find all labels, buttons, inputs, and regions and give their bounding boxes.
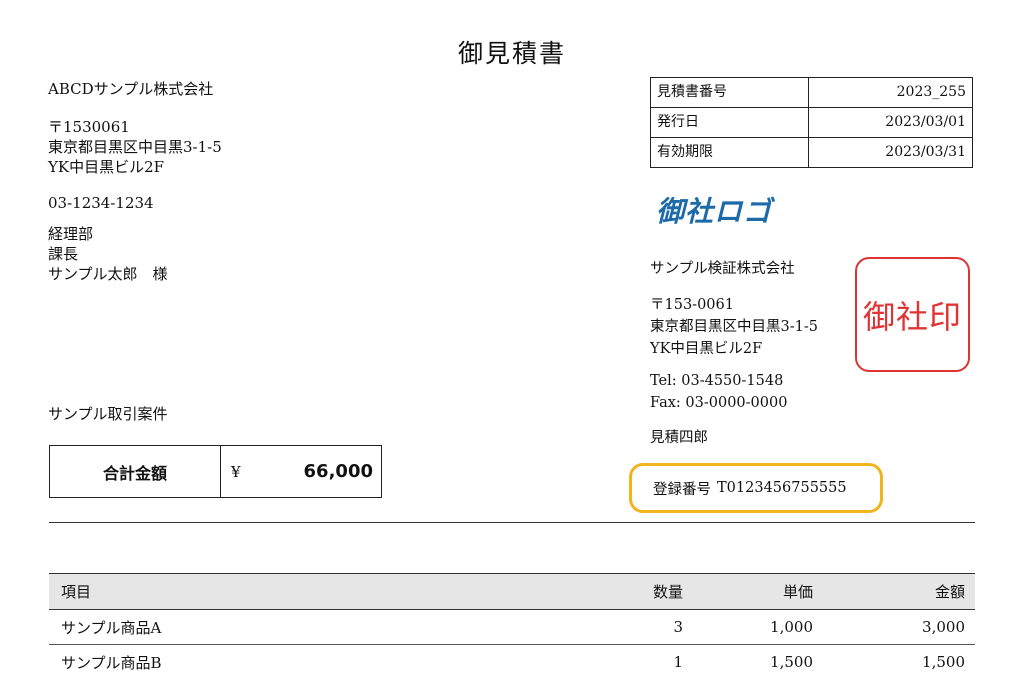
client-address-line-1: 東京都目黒区中目黒3-1-5 [48, 138, 222, 156]
table-header-row: 項目 数量 単価 金額 [49, 573, 975, 610]
total-amount-value: ¥ 66,000 [221, 446, 381, 497]
item-name: サンプル商品A [49, 609, 422, 645]
company-seal-stamp: 御社印 [855, 257, 970, 372]
registration-number-highlight: 登録番号 T0123456755555 [629, 463, 883, 513]
total-amount-label: 合計金額 [50, 446, 221, 497]
issuer-tel: Tel: 03-4550-1548 [650, 373, 784, 389]
table-row: サンプル商品A 3 1,000 3,000 [49, 609, 975, 645]
table-row: サンプル商品B 1 1,500 1,500 [49, 644, 975, 677]
item-unit-price: 1,500 [687, 644, 819, 677]
issuer-address: 〒153-0061 東京都目黒区中目黒3-1-5 YK中目黒ビル2F [650, 294, 818, 360]
meta-row-expiry-date: 有効期限 2023/03/31 [650, 137, 973, 168]
registration-label: 登録番号 [653, 481, 711, 498]
issuer-address-line-1: 東京都目黒区中目黒3-1-5 [650, 319, 818, 335]
registration-number: T0123456755555 [717, 480, 847, 496]
issuer-fax: Fax: 03-0000-0000 [650, 395, 788, 411]
meta-value: 2023_255 [808, 77, 973, 108]
client-department: 経理部 [48, 225, 94, 243]
meta-value: 2023/03/01 [808, 107, 973, 138]
line-items-table: 項目 数量 単価 金額 サンプル商品A 3 1,000 3,000 サンプル商品… [49, 573, 975, 677]
client-address: 〒1530061 東京都目黒区中目黒3-1-5 YK中目黒ビル2F [48, 117, 222, 177]
column-header-item: 項目 [49, 573, 422, 610]
total-amount-box: 合計金額 ¥ 66,000 [49, 445, 382, 498]
client-position: 課長 [48, 245, 79, 263]
item-amount: 1,500 [819, 644, 975, 677]
issuer-company-name: サンプル検証株式会社 [650, 261, 795, 277]
total-amount: 66,000 [303, 461, 373, 482]
currency-symbol: ¥ [231, 462, 241, 481]
client-person-name: サンプル太郎 様 [48, 265, 168, 283]
meta-label: 発行日 [650, 107, 809, 138]
company-logo: 御社ロゴ [656, 195, 773, 228]
stamp-text: 御社印 [862, 297, 962, 336]
meta-label: 見積書番号 [650, 77, 809, 108]
section-divider [49, 522, 975, 523]
item-amount: 3,000 [819, 609, 975, 645]
meta-value: 2023/03/31 [808, 137, 973, 168]
meta-label: 有効期限 [650, 137, 809, 168]
issuer-person-name: 見積四郎 [650, 430, 708, 446]
column-header-unit-price: 単価 [687, 573, 819, 610]
client-contact: 経理部 課長 サンプル太郎 様 [48, 224, 168, 284]
client-company-name: ABCDサンプル株式会社 [48, 80, 214, 98]
client-address-line-2: YK中目黒ビル2F [48, 158, 165, 176]
quote-meta-table: 見積書番号 2023_255 発行日 2023/03/01 有効期限 2023/… [650, 77, 973, 168]
issuer-address-line-2: YK中目黒ビル2F [650, 341, 763, 357]
meta-row-issue-date: 発行日 2023/03/01 [650, 107, 973, 138]
meta-row-quote-number: 見積書番号 2023_255 [650, 77, 973, 108]
issuer-contact-numbers: Tel: 03-4550-1548 Fax: 03-0000-0000 [650, 370, 787, 414]
document-title: 御見積書 [457, 39, 566, 68]
item-unit-price: 1,000 [687, 609, 819, 645]
client-postal-code: 〒1530061 [48, 118, 130, 136]
item-quantity: 3 [422, 609, 687, 645]
client-phone: 03-1234-1234 [48, 194, 154, 212]
issuer-postal-code: 〒153-0061 [650, 297, 734, 313]
column-header-amount: 金額 [819, 573, 975, 610]
item-name: サンプル商品B [49, 644, 422, 677]
item-quantity: 1 [422, 644, 687, 677]
project-name: サンプル取引案件 [48, 405, 168, 423]
column-header-quantity: 数量 [422, 573, 687, 610]
